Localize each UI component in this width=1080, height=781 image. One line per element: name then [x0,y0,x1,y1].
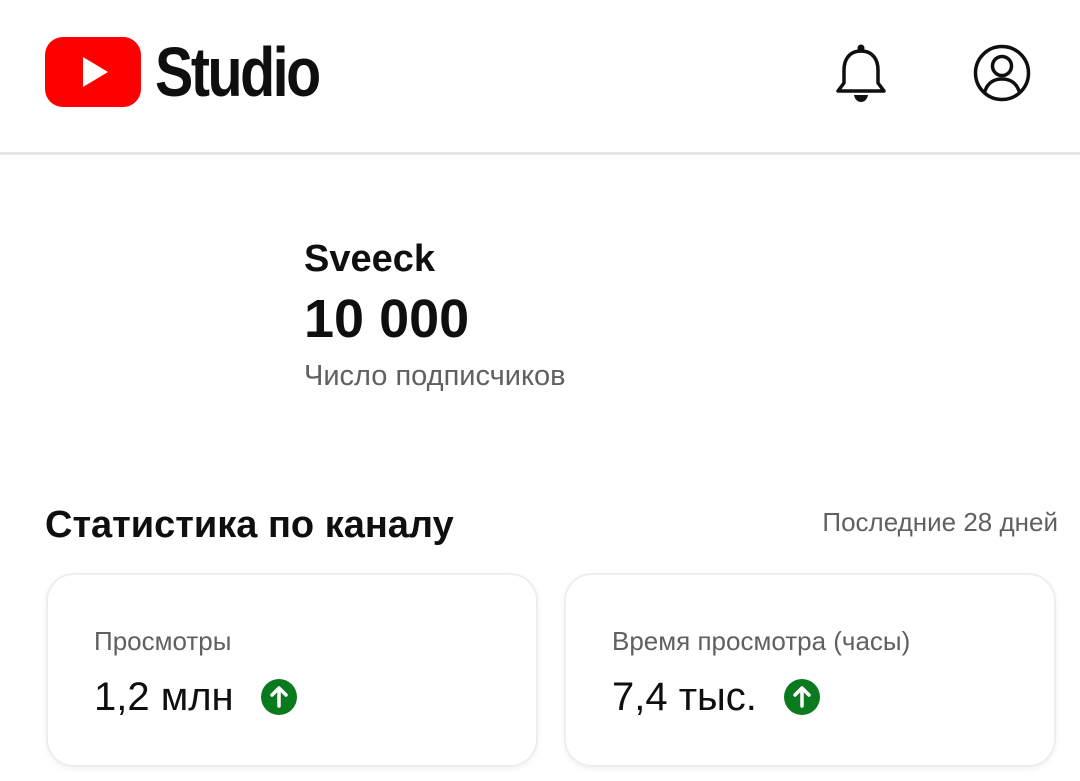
stat-card-value: 7,4 тыс. [612,675,757,719]
studio-logo[interactable]: Studio [45,36,355,108]
stat-card-views[interactable]: Просмотры 1,2 млн [46,573,538,767]
account-circle-icon [973,44,1031,102]
trend-up-icon [783,679,820,715]
channel-summary: Sveeck 10 000 Число подписчиков [304,236,566,394]
stat-card-label: Время просмотра (часы) [612,626,911,656]
youtube-play-logo-icon [45,37,141,107]
app-header: Studio [0,0,1080,155]
stats-section-title: Статистика по каналу [45,504,454,546]
channel-name[interactable]: Sveeck [304,236,566,282]
account-button[interactable] [967,38,1037,108]
notifications-button[interactable] [826,38,896,108]
stat-card-value-row: 1,2 млн [94,673,298,721]
app-title: Studio [155,33,321,111]
stats-period-label: Последние 28 дней [822,507,1058,537]
subscriber-label: Число подписчиков [304,360,566,392]
stat-card-value-row: 7,4 тыс. [612,673,821,721]
stat-card-value: 1,2 млн [94,675,234,719]
subscriber-count: 10 000 [304,289,470,349]
stat-card-watch-time[interactable]: Время просмотра (часы) 7,4 тыс. [564,573,1056,767]
stat-card-label: Просмотры [94,626,232,656]
studio-page: Studio Sveeck 10 000 Число подписчиков С… [0,0,1080,781]
bell-icon [836,44,886,102]
trend-up-icon [260,679,297,715]
